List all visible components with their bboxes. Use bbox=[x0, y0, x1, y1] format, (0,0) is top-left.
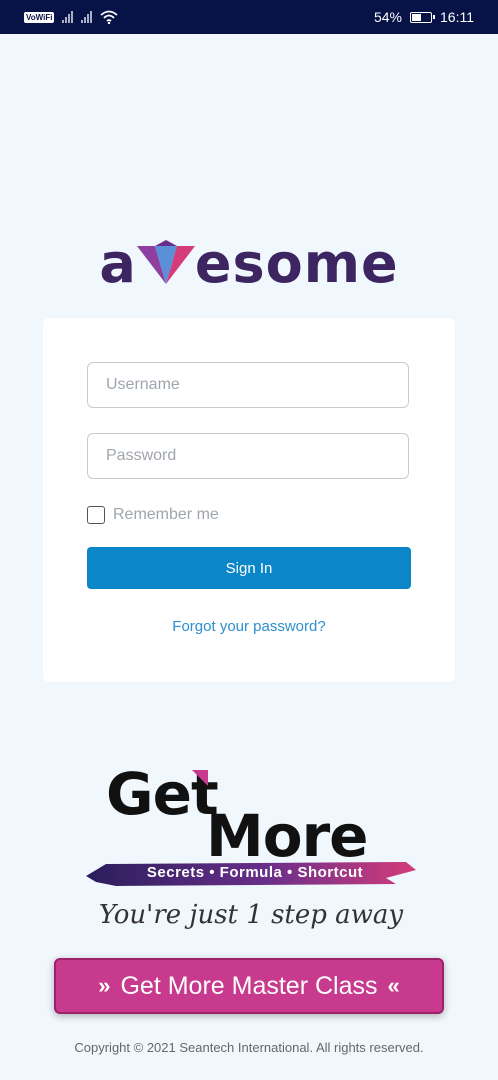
wifi-icon bbox=[100, 10, 119, 24]
vowifi-icon: VoWiFi bbox=[24, 11, 55, 23]
logo-text-end: esome bbox=[194, 232, 399, 295]
battery-fill bbox=[412, 13, 421, 21]
status-bar: VoWiFi 54% 16:11 bbox=[0, 0, 498, 34]
remember-label: Remember me bbox=[113, 506, 219, 523]
double-chevron-right-icon: » bbox=[98, 973, 111, 998]
forgot-password-link[interactable]: Forgot your password? bbox=[43, 618, 455, 635]
signal-icon-2 bbox=[81, 11, 93, 23]
logo-text-start: a bbox=[99, 232, 137, 295]
promo-tagline: You're just 1 step away bbox=[98, 900, 404, 930]
awesome-logo: a esome bbox=[0, 232, 498, 295]
promo-arrow-icon bbox=[192, 770, 208, 786]
password-input[interactable] bbox=[87, 433, 409, 479]
battery-icon bbox=[410, 11, 435, 23]
double-chevron-left-icon: « bbox=[387, 973, 400, 998]
master-class-label: Get More Master Class bbox=[120, 971, 378, 1000]
remember-checkbox[interactable] bbox=[87, 506, 105, 524]
battery-percent: 54% bbox=[373, 9, 402, 25]
username-input[interactable] bbox=[87, 362, 409, 408]
remember-me[interactable]: Remember me bbox=[87, 506, 219, 524]
get-more-master-class-button[interactable]: » Get More Master Class « bbox=[54, 958, 444, 1014]
login-card: Remember me Sign In Forgot your password… bbox=[43, 318, 455, 682]
promo-strip-text: Secrets • Formula • Shortcut bbox=[146, 864, 364, 881]
signal-icon bbox=[62, 11, 74, 23]
get-more-banner: Get More Secrets • Formula • Shortcut Yo… bbox=[86, 760, 416, 950]
status-left: VoWiFi bbox=[24, 10, 119, 24]
sign-in-button[interactable]: Sign In bbox=[87, 547, 411, 589]
clock: 16:11 bbox=[440, 9, 474, 25]
logo-w-mark-icon bbox=[136, 232, 195, 295]
status-right: 54% 16:11 bbox=[374, 9, 474, 25]
copyright-text: Copyright © 2021 Seantech International.… bbox=[74, 1040, 424, 1055]
